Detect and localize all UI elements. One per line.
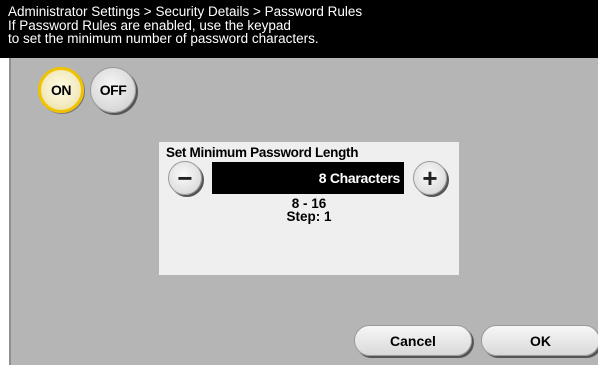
decrement-button[interactable]: − [168, 161, 202, 195]
increment-button[interactable]: + [413, 161, 447, 195]
instruction-line-2: to set the minimum number of password ch… [8, 31, 319, 46]
settings-panel: ON OFF Set Minimum Password Length − 8 C… [9, 58, 598, 365]
breadcrumb: Administrator Settings > Security Detail… [8, 4, 363, 19]
min-length-dialog: Set Minimum Password Length − 8 Characte… [159, 142, 459, 275]
ok-button-label: OK [530, 332, 551, 349]
on-button[interactable]: ON [38, 67, 84, 113]
instruction-header: Administrator Settings > Security Detail… [0, 0, 598, 58]
value-text: 8 Characters [318, 170, 401, 186]
password-length-value[interactable]: 8 Characters [212, 162, 404, 194]
off-button-label: OFF [99, 82, 127, 98]
instruction-line-1: If Password Rules are enabled, use the k… [8, 17, 291, 33]
cancel-button-label: Cancel [390, 332, 436, 349]
dialog-title: Set Minimum Password Length [166, 145, 359, 160]
minus-icon: − [177, 163, 193, 193]
cancel-button[interactable]: Cancel [354, 325, 472, 356]
on-button-label: ON [51, 82, 72, 98]
screen: Administrator Settings > Security Detail… [0, 0, 598, 365]
plus-icon: + [422, 163, 438, 193]
off-button[interactable]: OFF [90, 67, 136, 113]
step-text: Step: 1 [286, 209, 332, 224]
ok-button[interactable]: OK [481, 325, 598, 356]
